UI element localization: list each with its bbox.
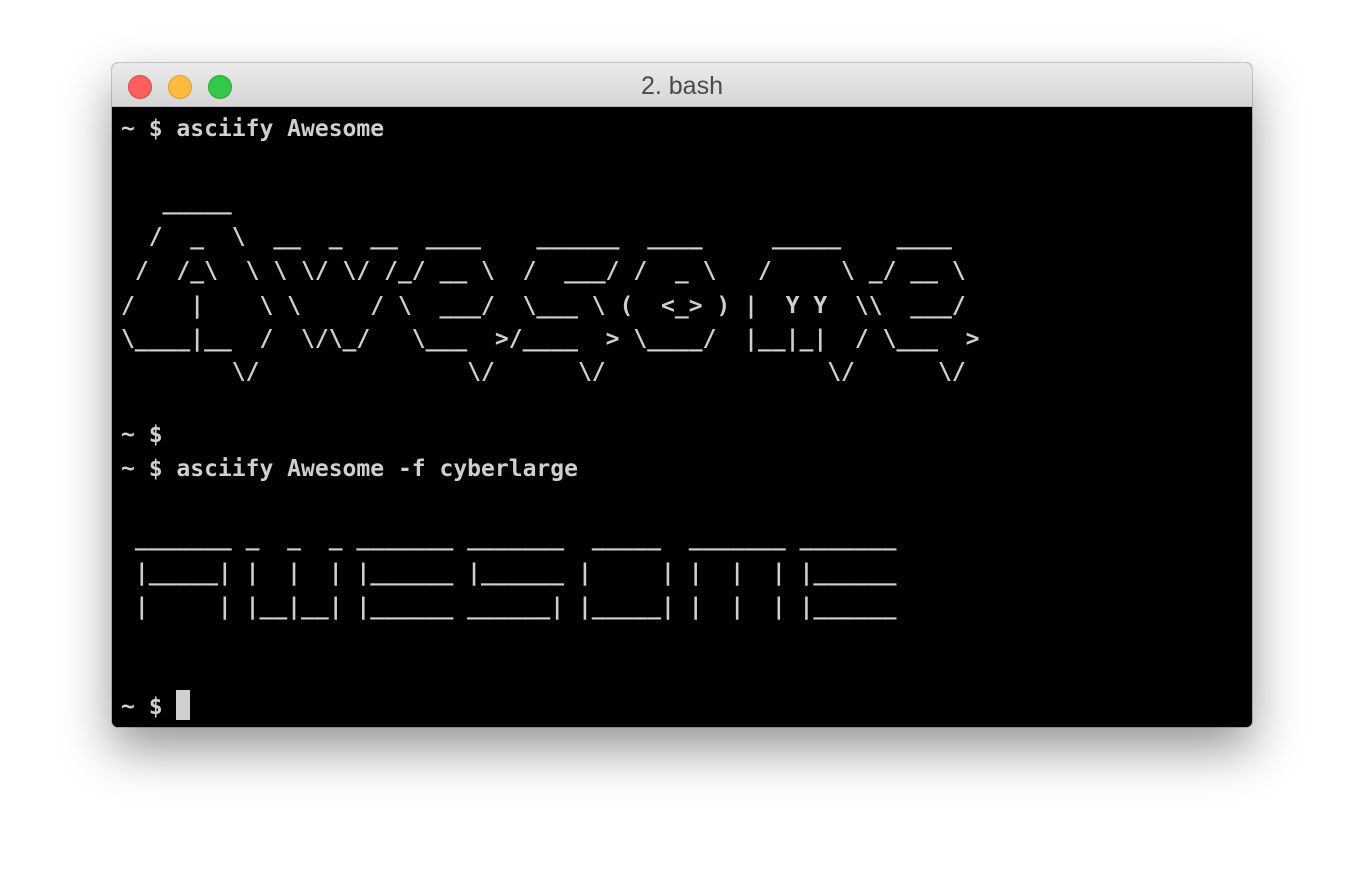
terminal-content[interactable]: ~ $ asciify Awesome _____ / _ \ __ _ __ … [112,107,1252,727]
terminal-line: _______ _ _ _ _______ _______ _____ ____… [121,525,897,551]
prompt-line: ~ $ [121,690,191,724]
terminal-line: ~ $ asciify Awesome [121,116,385,142]
title-bar: 2. bash [112,63,1252,107]
terminal-line: / | \ \ / \ ___/ \___ \ ( <_> ) | Y Y \\… [121,293,966,319]
text-cursor [176,690,191,720]
terminal-line: / _ \ __ _ __ ____ ______ ____ _____ ___… [121,224,952,250]
window-title: 2. bash [640,72,723,100]
terminal-window: 2. bash ~ $ asciify Awesome _____ / _ \ … [112,63,1252,727]
terminal-line: \/ \/ \/ \/ \/ [121,359,966,385]
terminal-line: | | |__|__| |______ ______| |_____| | | … [121,594,897,620]
terminal-line: |_____| | | | |______ |______ | | | | | … [121,560,897,586]
terminal-line: _____ [121,189,232,215]
terminal-line: ~ $ asciify Awesome -f cyberlarge [121,456,578,482]
terminal-line: \____|__ / \/\_/ \___ >/____ > \____/ |_… [121,326,980,352]
prompt: ~ $ [121,694,177,720]
terminal-line: / /_\ \ \ \/ \/ /_/ __ \ / ___/ / _ \ / … [121,258,966,284]
terminal-line: ~ $ [121,422,163,448]
